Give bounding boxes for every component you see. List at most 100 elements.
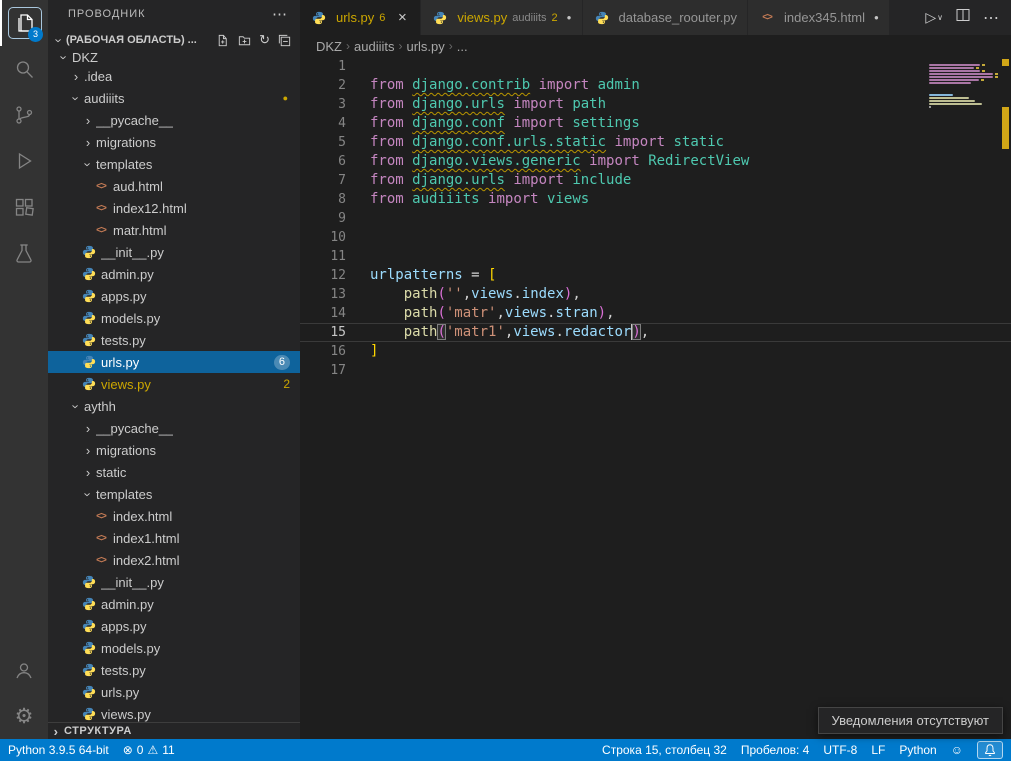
tree-item-static[interactable]: ›static bbox=[48, 461, 300, 483]
tree-item-tests.py[interactable]: tests.py bbox=[48, 659, 300, 681]
tree-item-label: static bbox=[96, 465, 126, 480]
tree-item-admin.py[interactable]: admin.py bbox=[48, 593, 300, 615]
testing-button[interactable] bbox=[0, 230, 48, 276]
tab-views.py[interactable]: views.pyaudiiits2● bbox=[421, 0, 582, 35]
tab-description: audiiits bbox=[512, 12, 546, 24]
tree-item-urls.py[interactable]: urls.py6 bbox=[48, 351, 300, 373]
tree-item-index12.html[interactable]: <>index12.html bbox=[48, 197, 300, 219]
tree-item-__pycache__[interactable]: ›__pycache__ bbox=[48, 109, 300, 131]
tab-label: index345.html bbox=[784, 10, 865, 25]
settings-button[interactable]: ⚙ bbox=[0, 693, 48, 739]
tab-index345.html[interactable]: <>index345.html● bbox=[748, 0, 890, 35]
breadcrumb-item-audiiits[interactable]: audiiits bbox=[354, 39, 394, 54]
tree-item-index.html[interactable]: <>index.html bbox=[48, 505, 300, 527]
new-file-icon[interactable] bbox=[215, 33, 230, 48]
editor-group: urls.py6×views.pyaudiiits2●database_roou… bbox=[300, 0, 1011, 739]
run-debug-icon bbox=[12, 149, 36, 173]
sidebar-title: ПРОВОДНИК bbox=[68, 8, 146, 20]
tree-item-label: aythh bbox=[84, 399, 116, 414]
language-mode-item[interactable]: Python bbox=[899, 743, 936, 757]
breadcrumb-item-DKZ[interactable]: DKZ bbox=[316, 39, 342, 54]
breadcrumb-separator-icon: › bbox=[449, 39, 453, 53]
tree-item-models.py[interactable]: models.py bbox=[48, 307, 300, 329]
explorer-button[interactable]: 3 bbox=[0, 0, 48, 46]
status-bar: Python 3.9.5 64-bit ⊗ 0 ⚠ 11 Строка 15, … bbox=[0, 739, 1011, 761]
breadcrumb-item-urls.py[interactable]: urls.py bbox=[406, 39, 444, 54]
tree-item-admin.py[interactable]: admin.py bbox=[48, 263, 300, 285]
tree-item-label: views.py bbox=[101, 707, 151, 722]
code-editor[interactable]: 12from django.contrib import admin3from … bbox=[300, 57, 1011, 739]
split-editor-button[interactable] bbox=[955, 7, 971, 28]
python-file-icon bbox=[80, 267, 98, 281]
chevron-right-icon: › bbox=[80, 421, 96, 436]
modified-dot-icon: ● bbox=[283, 93, 288, 103]
problems-item[interactable]: ⊗ 0 ⚠ 11 bbox=[123, 743, 175, 757]
tree-item-__pycache__[interactable]: ›__pycache__ bbox=[48, 417, 300, 439]
tree-item-urls.py[interactable]: urls.py bbox=[48, 681, 300, 703]
tree-item-label: __init__.py bbox=[101, 575, 164, 590]
minimap[interactable] bbox=[929, 61, 995, 112]
collapse-all-icon[interactable] bbox=[277, 33, 292, 48]
tree-item-views.py[interactable]: views.py bbox=[48, 703, 300, 722]
python-version-item[interactable]: Python 3.9.5 64-bit bbox=[8, 743, 109, 757]
overview-ruler[interactable] bbox=[999, 57, 1011, 739]
run-python-file-button[interactable]: ▷ ∨ bbox=[925, 9, 943, 26]
close-icon[interactable]: × bbox=[394, 9, 410, 26]
more-actions-button[interactable]: ⋯ bbox=[983, 8, 999, 28]
code-line-1: 1 bbox=[300, 57, 1011, 76]
tab-problem-badge: 2 bbox=[552, 12, 558, 24]
tree-item-DKZ[interactable]: ›DKZ bbox=[48, 52, 300, 65]
tree-item-migrations[interactable]: ›migrations bbox=[48, 439, 300, 461]
chevron-right-icon: › bbox=[80, 443, 96, 458]
tree-item-index1.html[interactable]: <>index1.html bbox=[48, 527, 300, 549]
tree-item-apps.py[interactable]: apps.py bbox=[48, 285, 300, 307]
notifications-bell-button[interactable] bbox=[977, 741, 1003, 759]
tree-item-label: admin.py bbox=[101, 267, 154, 282]
sidebar-more-icon[interactable]: ⋯ bbox=[272, 5, 288, 23]
code-line-9: 9 bbox=[300, 209, 1011, 228]
encoding-item[interactable]: UTF-8 bbox=[823, 743, 857, 757]
search-button[interactable] bbox=[0, 46, 48, 92]
new-folder-icon[interactable] bbox=[237, 33, 252, 48]
tree-item-label: urls.py bbox=[101, 355, 139, 370]
refresh-icon[interactable]: ↻ bbox=[259, 32, 270, 48]
accounts-button[interactable] bbox=[0, 647, 48, 693]
tree-item-label: migrations bbox=[96, 135, 156, 150]
tree-item-aud.html[interactable]: <>aud.html bbox=[48, 175, 300, 197]
tree-item-.idea[interactable]: ›.idea bbox=[48, 65, 300, 87]
tree-item-tests.py[interactable]: tests.py bbox=[48, 329, 300, 351]
source-control-button[interactable] bbox=[0, 92, 48, 138]
tree-item-matr.html[interactable]: <>matr.html bbox=[48, 219, 300, 241]
tree-item-__init__.py[interactable]: __init__.py bbox=[48, 241, 300, 263]
tree-item-templates[interactable]: ›templates bbox=[48, 483, 300, 505]
tree-item-models.py[interactable]: models.py bbox=[48, 637, 300, 659]
tree-item-label: __pycache__ bbox=[96, 113, 173, 128]
run-debug-button[interactable] bbox=[0, 138, 48, 184]
extensions-button[interactable] bbox=[0, 184, 48, 230]
chevron-down-icon: › bbox=[57, 52, 72, 65]
tree-item-audiiits[interactable]: ›audiiits● bbox=[48, 87, 300, 109]
eol-item[interactable]: LF bbox=[871, 743, 885, 757]
feedback-button[interactable]: ☺ bbox=[951, 743, 963, 757]
notification-toast[interactable]: Уведомления отсутствуют bbox=[818, 707, 1003, 734]
python-file-icon bbox=[431, 11, 449, 25]
outline-section-header[interactable]: › СТРУКТУРА bbox=[48, 722, 300, 739]
breadcrumb-item-...[interactable]: ... bbox=[457, 39, 468, 54]
tab-database_roouter.py[interactable]: database_roouter.py bbox=[583, 0, 749, 35]
status-bar-right: Строка 15, столбец 32 Пробелов: 4 UTF-8 … bbox=[602, 741, 1003, 759]
cursor-position-item[interactable]: Строка 15, столбец 32 bbox=[602, 743, 727, 757]
indentation-item[interactable]: Пробелов: 4 bbox=[741, 743, 810, 757]
tree-item-index2.html[interactable]: <>index2.html bbox=[48, 549, 300, 571]
tree-item-label: __pycache__ bbox=[96, 421, 173, 436]
tree-item-__init__.py[interactable]: __init__.py bbox=[48, 571, 300, 593]
tab-urls.py[interactable]: urls.py6× bbox=[300, 0, 421, 35]
tree-item-aythh[interactable]: ›aythh bbox=[48, 395, 300, 417]
tree-item-apps.py[interactable]: apps.py bbox=[48, 615, 300, 637]
tree-item-templates[interactable]: ›templates bbox=[48, 153, 300, 175]
tree-item-migrations[interactable]: ›migrations bbox=[48, 131, 300, 153]
code-line-10: 10 bbox=[300, 228, 1011, 247]
tree-item-views.py[interactable]: views.py2 bbox=[48, 373, 300, 395]
tree-item-label: DKZ bbox=[72, 52, 98, 65]
workspace-header[interactable]: › (РАБОЧАЯ ОБЛАСТЬ) ... ↻ bbox=[48, 28, 300, 52]
tree-item-label: __init__.py bbox=[101, 245, 164, 260]
